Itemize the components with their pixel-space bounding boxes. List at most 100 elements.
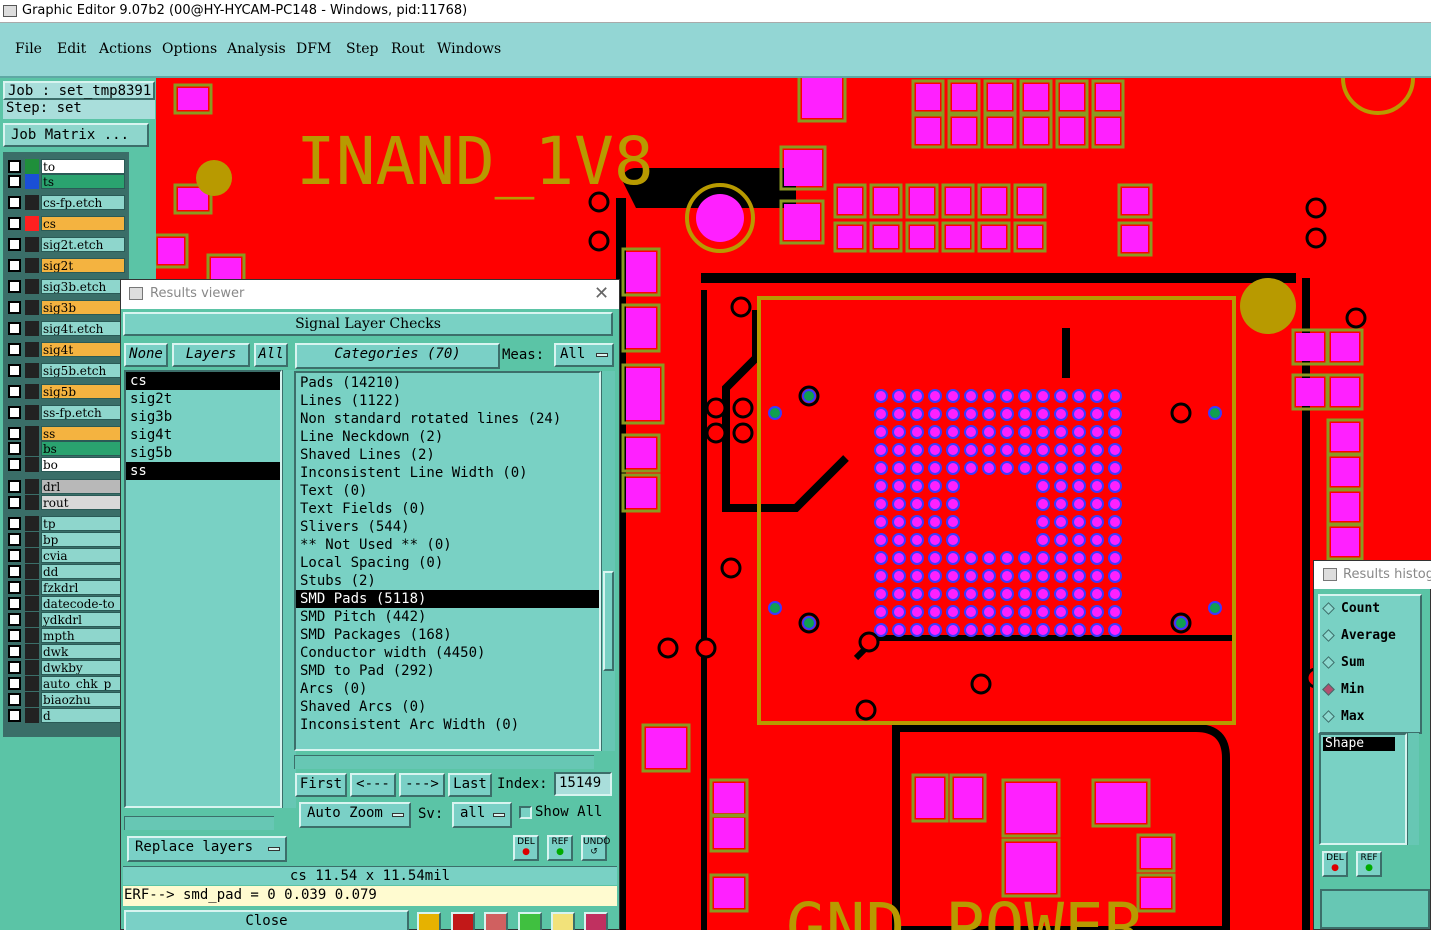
category-item[interactable]: ** Not Used ** (0) bbox=[296, 536, 599, 554]
meas-dropdown[interactable]: All bbox=[554, 343, 614, 367]
layer-color-swatch[interactable] bbox=[25, 548, 39, 563]
histogram-ref-button[interactable]: REF ● bbox=[1356, 851, 1382, 877]
layer-color-swatch[interactable] bbox=[25, 676, 39, 691]
layers-button[interactable]: Layers bbox=[172, 343, 250, 367]
layer-name[interactable]: mpth bbox=[41, 628, 125, 643]
layer-checkbox[interactable] bbox=[8, 709, 21, 722]
layer-name[interactable]: cs bbox=[41, 216, 125, 231]
layer-name[interactable]: bp bbox=[41, 532, 125, 547]
layer-name[interactable]: ts bbox=[41, 174, 125, 189]
tool-icon-3[interactable] bbox=[484, 912, 508, 930]
menu-analysis[interactable]: Analysis bbox=[227, 41, 286, 57]
categories-hscrollbar[interactable] bbox=[294, 755, 594, 769]
layer-checkbox[interactable] bbox=[8, 259, 21, 272]
shape-item[interactable]: Shape bbox=[1323, 737, 1395, 751]
layer-color-swatch[interactable] bbox=[25, 628, 39, 643]
menu-file[interactable]: File bbox=[15, 41, 42, 57]
layer-checkbox[interactable] bbox=[8, 581, 21, 594]
layer-name[interactable]: sig5b.etch bbox=[41, 363, 125, 378]
layer-color-swatch[interactable] bbox=[25, 426, 39, 441]
layer-row-bo[interactable]: bo bbox=[8, 457, 125, 472]
layer-name[interactable]: ss-fp.etch bbox=[41, 405, 125, 420]
option-count[interactable]: Count bbox=[1322, 601, 1380, 616]
category-item[interactable]: SMD Packages (168) bbox=[296, 626, 599, 644]
category-item[interactable]: SMD Pitch (442) bbox=[296, 608, 599, 626]
layer-name[interactable]: sig4t.etch bbox=[41, 321, 125, 336]
layer-name[interactable]: rout bbox=[41, 495, 125, 510]
layer-row-bp[interactable]: bp bbox=[8, 532, 125, 547]
all-button[interactable]: All bbox=[254, 343, 288, 367]
menu-options[interactable]: Options bbox=[162, 41, 217, 57]
option-sum[interactable]: Sum bbox=[1322, 655, 1364, 670]
layer-checkbox[interactable] bbox=[8, 217, 21, 230]
category-item[interactable]: Arcs (0) bbox=[296, 680, 599, 698]
index-input[interactable]: 15149 bbox=[554, 772, 612, 796]
menu-rout[interactable]: Rout bbox=[391, 41, 425, 57]
layer-color-swatch[interactable] bbox=[25, 258, 39, 273]
histogram-scrollbar[interactable] bbox=[1407, 733, 1419, 845]
layer-checkbox[interactable] bbox=[8, 458, 21, 471]
category-item[interactable]: Stubs (2) bbox=[296, 572, 599, 590]
layer-checkbox[interactable] bbox=[8, 645, 21, 658]
layer-row-sig5b[interactable]: sig5b bbox=[8, 384, 125, 399]
layer-result-item[interactable]: sig2t bbox=[126, 390, 280, 408]
layer-name[interactable]: to bbox=[41, 159, 125, 174]
layer-row-fzkdrl[interactable]: fzkdrl bbox=[8, 580, 125, 595]
layer-name[interactable]: sig2t.etch bbox=[41, 237, 125, 252]
option-average[interactable]: Average bbox=[1322, 628, 1396, 643]
layer-name[interactable]: dwk bbox=[41, 644, 125, 659]
replace-layers-dropdown[interactable]: Replace layers bbox=[127, 836, 287, 862]
job-matrix-button[interactable]: Job Matrix ... bbox=[3, 123, 149, 147]
layer-row-sig3b-etch[interactable]: sig3b.etch bbox=[8, 279, 125, 294]
layer-color-swatch[interactable] bbox=[25, 159, 39, 174]
histogram-del-button[interactable]: DEL ● bbox=[1322, 851, 1348, 877]
histogram-list[interactable]: Shape bbox=[1319, 733, 1407, 845]
layer-name[interactable]: sig3b.etch bbox=[41, 279, 125, 294]
scroll-thumb[interactable] bbox=[603, 571, 614, 671]
category-item[interactable]: Pads (14210) bbox=[296, 374, 599, 392]
layer-name[interactable]: dwkby bbox=[41, 660, 125, 675]
category-item[interactable]: Local Spacing (0) bbox=[296, 554, 599, 572]
option-min[interactable]: Min bbox=[1322, 682, 1364, 697]
last-button[interactable]: Last bbox=[448, 773, 492, 797]
layer-name[interactable]: sig3b bbox=[41, 300, 125, 315]
layer-color-swatch[interactable] bbox=[25, 457, 39, 472]
layer-row-cs[interactable]: cs bbox=[8, 216, 125, 231]
category-item[interactable]: SMD to Pad (292) bbox=[296, 662, 599, 680]
layer-color-swatch[interactable] bbox=[25, 279, 39, 294]
layer-checkbox[interactable] bbox=[8, 238, 21, 251]
layer-row-ydkdrl[interactable]: ydkdrl bbox=[8, 612, 125, 627]
category-item[interactable]: Line Neckdown (2) bbox=[296, 428, 599, 446]
layer-checkbox[interactable] bbox=[8, 280, 21, 293]
layer-checkbox[interactable] bbox=[8, 549, 21, 562]
layer-checkbox[interactable] bbox=[8, 677, 21, 690]
categories-button[interactable]: Categories (70) bbox=[295, 343, 500, 369]
category-item[interactable]: Non standard rotated lines (24) bbox=[296, 410, 599, 428]
layer-checkbox[interactable] bbox=[8, 196, 21, 209]
layer-color-swatch[interactable] bbox=[25, 342, 39, 357]
category-item[interactable]: Shaved Arcs (0) bbox=[296, 698, 599, 716]
layer-row-biaozhu[interactable]: biaozhu bbox=[8, 692, 125, 707]
layer-name[interactable]: ss bbox=[41, 426, 125, 441]
layer-checkbox[interactable] bbox=[8, 406, 21, 419]
tool-icon-1[interactable] bbox=[417, 912, 441, 930]
layer-color-swatch[interactable] bbox=[25, 174, 39, 189]
layer-name[interactable]: fzkdrl bbox=[41, 580, 125, 595]
layer-color-swatch[interactable] bbox=[25, 479, 39, 494]
layer-row-ts[interactable]: ts bbox=[8, 174, 125, 189]
layer-row-sig2t-etch[interactable]: sig2t.etch bbox=[8, 237, 125, 252]
layer-color-swatch[interactable] bbox=[25, 516, 39, 531]
layer-color-swatch[interactable] bbox=[25, 564, 39, 579]
layer-row-dd[interactable]: dd bbox=[8, 564, 125, 579]
layer-row-mpth[interactable]: mpth bbox=[8, 628, 125, 643]
layer-name[interactable]: auto_chk_p bbox=[41, 676, 125, 691]
category-item[interactable]: Lines (1122) bbox=[296, 392, 599, 410]
layer-name[interactable]: d bbox=[41, 708, 125, 723]
layer-name[interactable]: tp bbox=[41, 516, 125, 531]
layer-color-swatch[interactable] bbox=[25, 708, 39, 723]
sv-dropdown[interactable]: all bbox=[452, 802, 512, 828]
menu-actions[interactable]: Actions bbox=[99, 41, 152, 57]
layer-name[interactable]: sig4t bbox=[41, 342, 125, 357]
layer-checkbox[interactable] bbox=[8, 693, 21, 706]
tool-icon-2[interactable] bbox=[451, 912, 475, 930]
